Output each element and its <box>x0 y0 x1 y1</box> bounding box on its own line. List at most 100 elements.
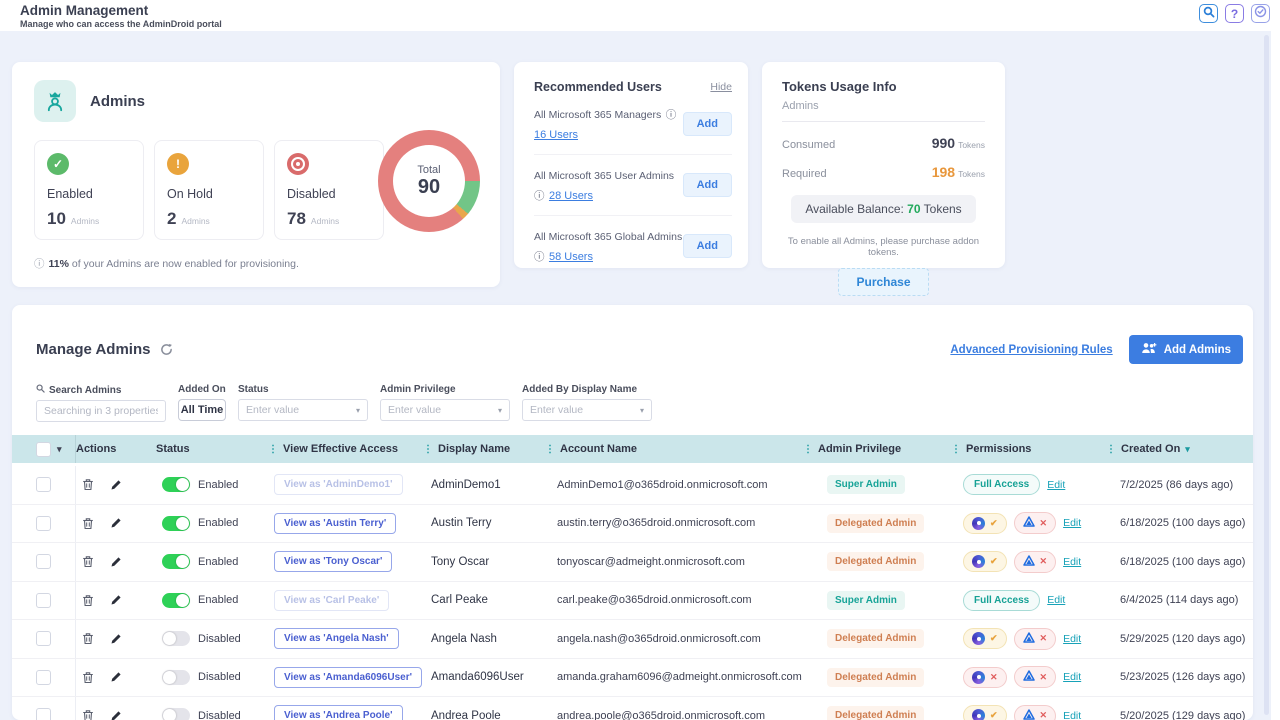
view-as-button[interactable]: View as 'Austin Terry' <box>274 513 396 534</box>
search-admins-input[interactable] <box>36 400 166 422</box>
status-select[interactable]: Enter value ▾ <box>238 399 368 421</box>
edit-pencil-icon[interactable] <box>110 671 122 683</box>
admin-privilege-select[interactable]: Enter value ▾ <box>380 399 510 421</box>
select-all-checkbox[interactable] <box>36 442 51 457</box>
hide-link[interactable]: Hide <box>710 81 732 93</box>
row-checkbox[interactable] <box>36 477 51 492</box>
permission-mark-icon: ✕ <box>1040 556 1048 567</box>
added-on-value-button[interactable]: All Time <box>178 399 226 421</box>
status-toggle[interactable] <box>162 516 190 531</box>
column-actions: Actions <box>76 435 156 463</box>
row-checkbox[interactable] <box>36 516 51 531</box>
view-as-button[interactable]: View as 'Amanda6096User' <box>274 667 422 688</box>
info-icon: ⓘ <box>666 109 677 121</box>
users-count-link[interactable]: 28 Users <box>549 190 593 202</box>
delete-icon[interactable] <box>82 671 94 684</box>
view-as-button[interactable]: View as 'Angela Nash' <box>274 628 399 649</box>
help-button[interactable]: ? <box>1225 4 1244 23</box>
view-as-button[interactable]: View as 'Tony Oscar' <box>274 551 392 572</box>
edit-permissions-link[interactable]: Edit <box>1047 594 1065 606</box>
row-checkbox[interactable] <box>36 554 51 569</box>
row-checkbox[interactable] <box>36 708 51 720</box>
view-as-button[interactable]: View as 'Andrea Poole' <box>274 705 403 720</box>
add-global-admins-button[interactable]: Add <box>683 234 732 258</box>
row-checkbox[interactable] <box>36 631 51 646</box>
column-menu-icon[interactable]: ⋮ <box>545 444 555 455</box>
permission-mark-icon: ✔ <box>990 556 998 567</box>
users-count-link[interactable]: 58 Users <box>549 251 593 263</box>
table-row: Enabled View as 'Carl Peake' Carl Peake … <box>12 582 1253 621</box>
delete-icon[interactable] <box>82 709 94 720</box>
manage-admins-title: Manage Admins <box>36 341 150 358</box>
column-menu-icon[interactable]: ⋮ <box>268 444 278 455</box>
vertical-scrollbar[interactable] <box>1264 35 1269 715</box>
row-checkbox[interactable] <box>36 670 51 685</box>
enabled-check-icon: ✓ <box>47 153 69 175</box>
add-user-admins-button[interactable]: Add <box>683 173 732 197</box>
display-name: Angela Nash <box>431 633 497 645</box>
column-permissions[interactable]: ⋮Permissions <box>951 435 1106 463</box>
edit-pencil-icon[interactable] <box>110 479 122 491</box>
column-display-name[interactable]: ⋮Display Name <box>423 435 545 463</box>
column-menu-icon[interactable]: ⋮ <box>951 444 961 455</box>
edit-pencil-icon[interactable] <box>110 556 122 568</box>
select-menu-caret-icon[interactable]: ▾ <box>57 444 62 455</box>
microsoft365-permission-pill: ✕ <box>963 667 1007 688</box>
advanced-provisioning-rules-link[interactable]: Advanced Provisioning Rules <box>950 344 1112 356</box>
status-label: Enabled <box>198 556 238 568</box>
recommended-item-user-admins: All Microsoft 365 User Admins ⓘ 28 Users… <box>534 155 732 216</box>
edit-permissions-link[interactable]: Edit <box>1063 633 1081 645</box>
status-filter: Status Enter value ▾ <box>238 384 368 422</box>
status-toggle[interactable] <box>162 554 190 569</box>
admin-privilege-badge: Super Admin <box>827 591 905 610</box>
view-as-button[interactable]: View as 'Carl Peake' <box>274 590 389 611</box>
delete-icon[interactable] <box>82 517 94 530</box>
delete-icon[interactable] <box>82 478 94 491</box>
status-toggle[interactable] <box>162 477 190 492</box>
sort-desc-icon[interactable]: ▾ <box>1185 444 1190 455</box>
edit-permissions-link[interactable]: Edit <box>1063 671 1081 683</box>
status-toggle[interactable] <box>162 670 190 685</box>
edit-permissions-link[interactable]: Edit <box>1063 556 1081 568</box>
status-toggle[interactable] <box>162 631 190 646</box>
added-by-select[interactable]: Enter value ▾ <box>522 399 652 421</box>
recommended-item-managers: All Microsoft 365 Managers ⓘ 16 Users Ad… <box>534 94 732 155</box>
circle-check-icon <box>1254 5 1267 23</box>
global-search-button[interactable] <box>1199 4 1218 23</box>
account-name: amanda.graham6096@admeight.onmicrosoft.c… <box>557 671 802 683</box>
status-label: Enabled <box>198 517 238 529</box>
edit-pencil-icon[interactable] <box>110 517 122 529</box>
column-view-effective-access[interactable]: ⋮View Effective Access <box>268 435 423 463</box>
tokens-subtitle: Admins <box>782 100 985 112</box>
account-name: AdminDemo1@o365droid.onmicrosoft.com <box>557 479 767 491</box>
view-as-button[interactable]: View as 'AdminDemo1' <box>274 474 403 495</box>
edit-permissions-link[interactable]: Edit <box>1063 517 1081 529</box>
add-admins-button[interactable]: Add Admins <box>1129 335 1243 364</box>
available-balance: Available Balance: 70 Tokens <box>791 195 975 223</box>
purchase-button[interactable]: Purchase <box>838 268 928 296</box>
edit-permissions-link[interactable]: Edit <box>1063 710 1081 720</box>
column-created-on[interactable]: ⋮Created On▾ <box>1106 435 1253 463</box>
refresh-icon[interactable] <box>160 343 173 356</box>
required-label: Required <box>782 168 827 180</box>
column-menu-icon[interactable]: ⋮ <box>423 444 433 455</box>
edit-pencil-icon[interactable] <box>110 710 122 720</box>
column-menu-icon[interactable]: ⋮ <box>1106 444 1116 455</box>
delete-icon[interactable] <box>82 594 94 607</box>
edit-permissions-link[interactable]: Edit <box>1047 479 1065 491</box>
row-checkbox[interactable] <box>36 593 51 608</box>
edit-pencil-icon[interactable] <box>110 633 122 645</box>
edit-pencil-icon[interactable] <box>110 594 122 606</box>
column-admin-privilege[interactable]: ⋮Admin Privilege <box>803 435 951 463</box>
whats-new-button[interactable] <box>1251 4 1270 23</box>
status-toggle[interactable] <box>162 708 190 720</box>
column-account-name[interactable]: ⋮Account Name <box>545 435 803 463</box>
add-managers-button[interactable]: Add <box>683 112 732 136</box>
column-menu-icon[interactable]: ⋮ <box>803 444 813 455</box>
delete-icon[interactable] <box>82 632 94 645</box>
status-toggle[interactable] <box>162 593 190 608</box>
page-right-gutter <box>1271 31 1280 720</box>
delete-icon[interactable] <box>82 555 94 568</box>
users-count-link[interactable]: 16 Users <box>534 129 578 141</box>
account-name: tonyoscar@admeight.onmicrosoft.com <box>557 556 745 568</box>
